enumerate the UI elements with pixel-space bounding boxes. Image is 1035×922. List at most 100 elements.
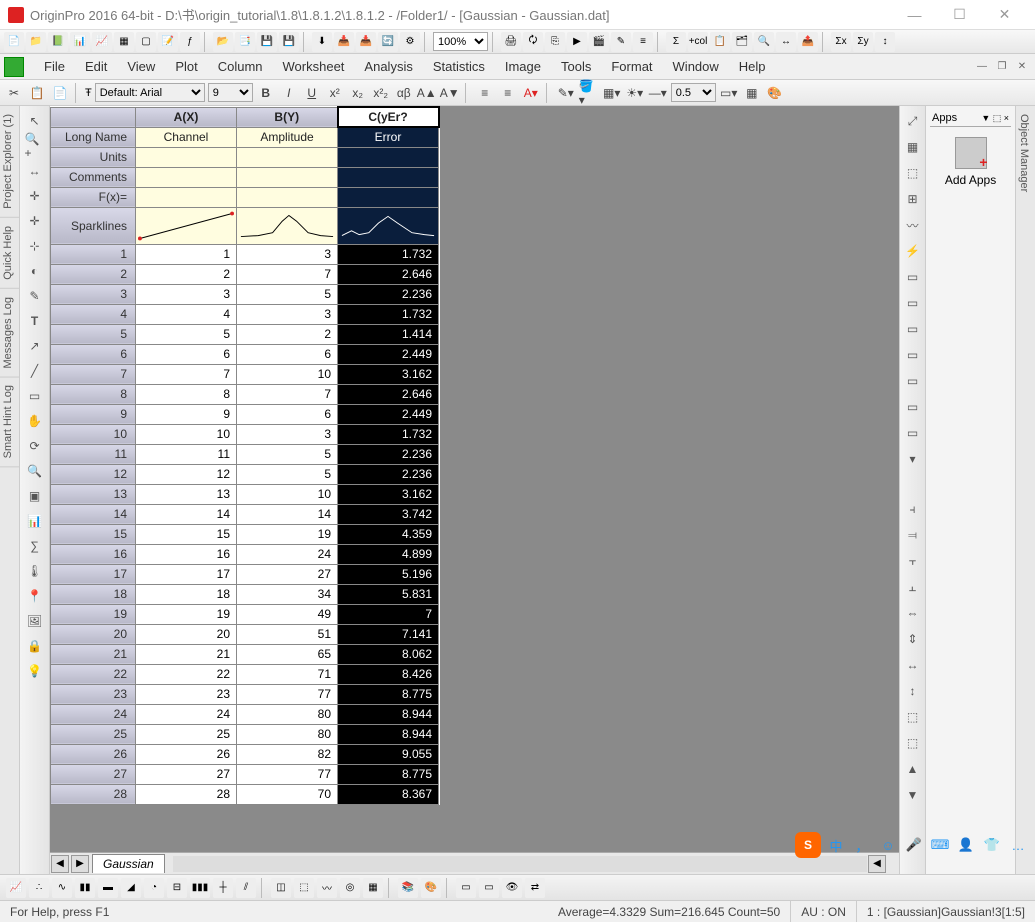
menu-tools[interactable]: Tools — [551, 56, 601, 77]
table-row[interactable]: 2525808.944 — [51, 724, 439, 744]
sparkline-b[interactable] — [237, 207, 338, 244]
table-row[interactable]: 2020517.141 — [51, 624, 439, 644]
row-index[interactable]: 24 — [51, 704, 136, 724]
align-right-obj-icon[interactable]: ⫤ — [902, 524, 924, 546]
table-row[interactable]: 3352.236 — [51, 284, 439, 304]
import-multi-icon[interactable]: 📥 — [356, 32, 376, 52]
row-index[interactable]: 22 — [51, 664, 136, 684]
double-y-icon[interactable]: ⫽ — [236, 878, 256, 898]
row-index[interactable]: 26 — [51, 744, 136, 764]
font-color-icon[interactable]: A▾ — [521, 83, 541, 103]
cell-b[interactable]: 24 — [237, 544, 338, 564]
find-icon[interactable]: 🔍 — [754, 32, 774, 52]
cell-b[interactable]: 5 — [237, 284, 338, 304]
add-column-icon[interactable]: +col — [688, 32, 708, 52]
layer3-icon[interactable]: ▭ — [902, 318, 924, 340]
cell-b[interactable]: 5 — [237, 444, 338, 464]
cell-b[interactable]: 7 — [237, 264, 338, 284]
row-index[interactable]: 10 — [51, 424, 136, 444]
cell-c[interactable]: 1.732 — [338, 424, 439, 444]
cell-a[interactable]: 24 — [136, 704, 237, 724]
cell-a[interactable]: 13 — [136, 484, 237, 504]
fill-color-icon[interactable]: 🪣▾ — [579, 83, 599, 103]
units-b[interactable] — [237, 147, 338, 167]
cell-a[interactable]: 27 — [136, 764, 237, 784]
table-row[interactable]: 2121658.062 — [51, 644, 439, 664]
lock-icon[interactable]: 🔒 — [24, 635, 46, 657]
ime-sogou-icon[interactable]: S — [795, 832, 821, 858]
new-layout-icon[interactable]: ▢ — [136, 32, 156, 52]
row-index[interactable]: 7 — [51, 364, 136, 384]
draw-data-icon[interactable]: ✎ — [24, 285, 46, 307]
cell-a[interactable]: 1 — [136, 244, 237, 264]
unmask-icon[interactable]: ▭ — [479, 878, 499, 898]
supersub-icon[interactable]: x²₂ — [371, 83, 391, 103]
cell-b[interactable]: 82 — [237, 744, 338, 764]
distribute-v-icon[interactable]: ⇕ — [902, 628, 924, 650]
palette-icon[interactable]: 🎨 — [765, 83, 785, 103]
layer6-icon[interactable]: ▭ — [902, 396, 924, 418]
save-icon[interactable]: 💾 — [257, 32, 277, 52]
cell-a[interactable]: 8 — [136, 384, 237, 404]
cell-c[interactable]: 8.062 — [338, 644, 439, 664]
scale-out-icon[interactable]: ↔ — [24, 160, 46, 182]
align-left-obj-icon[interactable]: ⫞ — [902, 498, 924, 520]
histogram-icon[interactable]: ▮▮▮ — [190, 878, 210, 898]
col-header-b[interactable]: B(Y) — [237, 107, 338, 127]
cell-c[interactable]: 2.449 — [338, 344, 439, 364]
col-header-c[interactable]: C(yEr? — [338, 107, 439, 127]
region-tool-icon[interactable]: ▣ — [24, 485, 46, 507]
mask-tool-icon[interactable]: ◐ — [24, 260, 46, 282]
increase-font-icon[interactable]: A▲ — [417, 83, 437, 103]
table-row[interactable]: 2626829.055 — [51, 744, 439, 764]
cell-c[interactable]: 2.449 — [338, 404, 439, 424]
table-row[interactable]: 9962.449 — [51, 404, 439, 424]
cell-c[interactable]: 4.899 — [338, 544, 439, 564]
row-index[interactable]: 3 — [51, 284, 136, 304]
corner-cell[interactable] — [51, 107, 136, 127]
cell-b[interactable]: 7 — [237, 384, 338, 404]
import-single-icon[interactable]: 📥 — [334, 32, 354, 52]
stats-row-icon[interactable]: Σy — [853, 32, 873, 52]
table-row[interactable]: 77103.162 — [51, 364, 439, 384]
status-au[interactable]: AU : ON — [791, 901, 857, 922]
cell-b[interactable]: 27 — [237, 564, 338, 584]
cell-b[interactable]: 65 — [237, 644, 338, 664]
row-index[interactable]: 14 — [51, 504, 136, 524]
cell-b[interactable]: 70 — [237, 784, 338, 804]
ime-skin-button[interactable]: 👕 — [981, 834, 1003, 856]
screen-reader-icon[interactable]: ✛ — [24, 185, 46, 207]
tab-nav-next-icon[interactable]: ▶ — [71, 855, 89, 873]
cell-c[interactable]: 9.055 — [338, 744, 439, 764]
contour-icon[interactable]: ◎ — [340, 878, 360, 898]
table-row[interactable]: 1818345.831 — [51, 584, 439, 604]
subscript-icon[interactable]: x₂ — [348, 83, 368, 103]
row-index[interactable]: 6 — [51, 344, 136, 364]
mdi-restore-icon[interactable]: ❐ — [993, 59, 1011, 75]
table-row[interactable]: 2828708.367 — [51, 784, 439, 804]
cell-b[interactable]: 10 — [237, 484, 338, 504]
cell-b[interactable]: 19 — [237, 524, 338, 544]
cell-a[interactable]: 26 — [136, 744, 237, 764]
apps-dropdown-icon[interactable]: ▼ ⬚ × — [981, 113, 1009, 124]
col-header-a[interactable]: A(X) — [136, 107, 237, 127]
transfer-icon[interactable]: ↔ — [776, 32, 796, 52]
row-label-units[interactable]: Units — [51, 147, 136, 167]
cell-a[interactable]: 12 — [136, 464, 237, 484]
mdi-minimize-icon[interactable]: — — [973, 59, 991, 75]
new-excel-icon[interactable]: 📊 — [70, 32, 90, 52]
line-color-icon[interactable]: ✎▾ — [556, 83, 576, 103]
ime-keyboard-button[interactable]: ⌨ — [929, 834, 951, 856]
rescale-icon[interactable]: ⤢ — [902, 110, 924, 132]
line-plot-icon[interactable]: 📈 — [6, 878, 26, 898]
cell-b[interactable]: 77 — [237, 684, 338, 704]
sort-icon[interactable]: ↕ — [875, 32, 895, 52]
cell-a[interactable]: 22 — [136, 664, 237, 684]
align-center-icon[interactable]: ≡ — [498, 83, 518, 103]
horizontal-scrollbar[interactable] — [173, 856, 867, 872]
table-row[interactable]: 2323778.775 — [51, 684, 439, 704]
insert-equation-icon[interactable]: ∑ — [24, 535, 46, 557]
cell-c[interactable]: 7.141 — [338, 624, 439, 644]
row-index[interactable]: 8 — [51, 384, 136, 404]
pattern-icon[interactable]: ▦▾ — [602, 83, 622, 103]
